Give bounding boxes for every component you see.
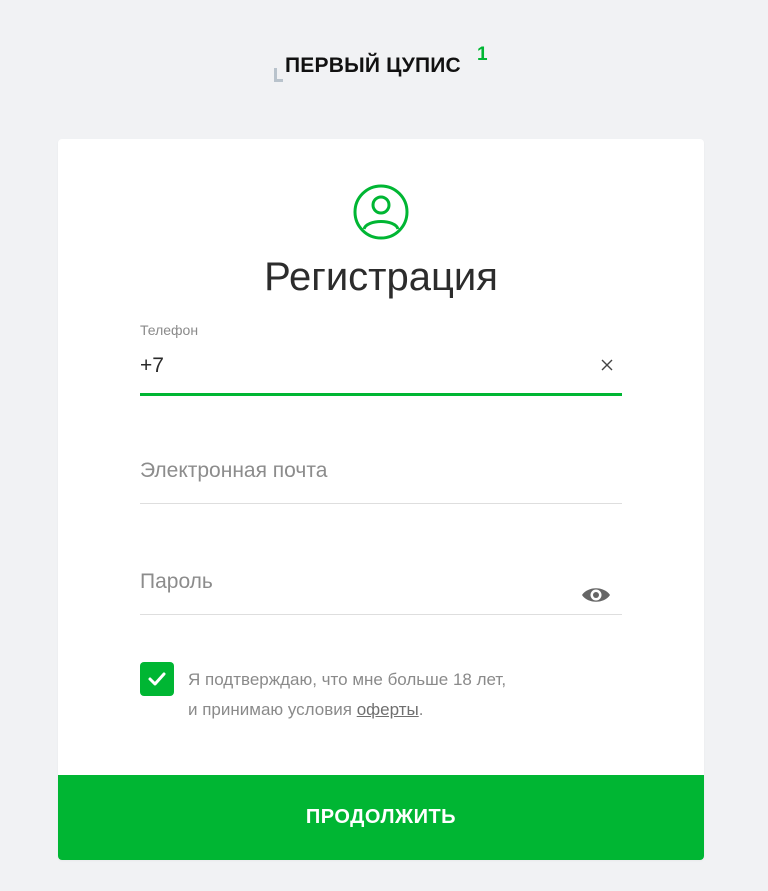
consent-checkbox[interactable] <box>140 662 174 696</box>
email-field[interactable]: Электронная почта <box>140 439 622 505</box>
password-underline <box>140 614 622 615</box>
password-field[interactable]: Пароль <box>140 550 622 616</box>
page-title: Регистрация <box>264 255 498 299</box>
phone-label: Телефон <box>140 322 199 338</box>
check-icon <box>148 672 166 686</box>
consent-suffix: . <box>418 700 424 719</box>
phone-input[interactable]: +7 <box>140 354 164 378</box>
eye-icon[interactable] <box>580 584 612 606</box>
close-icon[interactable] <box>600 358 614 372</box>
consent-prefix: и принимаю условия <box>188 700 357 719</box>
logo-superscript: 1 <box>477 44 488 65</box>
user-circle-icon <box>353 184 409 240</box>
registration-card: Регистрация Телефон +7 Электронная почта… <box>58 139 704 860</box>
logo-text: ПЕРВЫЙ ЦУПИС <box>285 54 461 77</box>
email-underline <box>140 503 622 504</box>
password-input[interactable]: Пароль <box>140 570 213 594</box>
email-input[interactable]: Электронная почта <box>140 459 327 483</box>
logo: ПЕРВЫЙ ЦУПИС 1 <box>274 44 504 88</box>
phone-underline <box>140 393 622 396</box>
consent-text: Я подтверждаю, что мне больше 18 лет, и … <box>188 665 506 725</box>
logo-bracket <box>274 68 283 82</box>
offer-link[interactable]: оферты <box>357 700 419 719</box>
phone-field[interactable]: Телефон +7 <box>140 322 622 397</box>
consent-line-1: Я подтверждаю, что мне больше 18 лет, <box>188 670 507 689</box>
consent-line-2: и принимаю условия оферты. <box>188 695 506 725</box>
continue-button[interactable]: ПРОДОЛЖИТЬ <box>58 775 704 860</box>
